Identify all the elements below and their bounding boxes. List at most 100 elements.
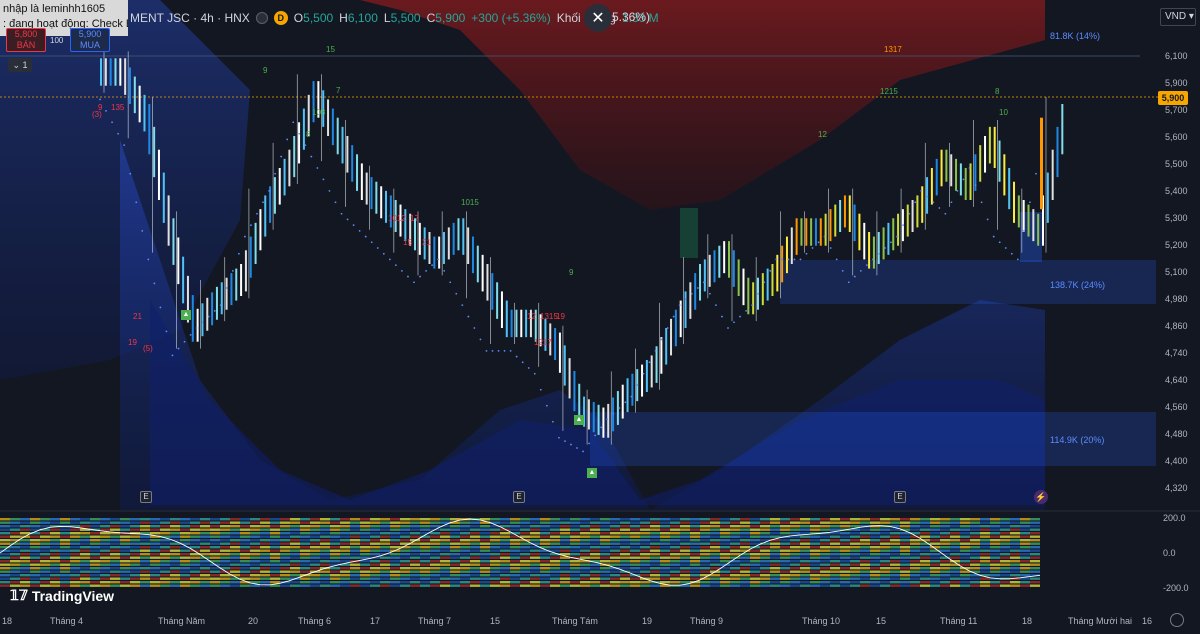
dividend-badge[interactable]: D bbox=[273, 11, 288, 25]
oscillator-cell bbox=[610, 570, 620, 573]
candle bbox=[476, 245, 479, 283]
zone-rect-4 bbox=[680, 208, 698, 258]
trend-dot bbox=[642, 372, 645, 375]
oscillator-cell bbox=[710, 560, 720, 563]
close-icon[interactable]: ✕ bbox=[584, 4, 612, 32]
oscillator-cell bbox=[640, 574, 650, 577]
trend-dot bbox=[817, 241, 820, 244]
tradingview-logo[interactable]: 𝟙𝟟 TradingView bbox=[10, 587, 114, 604]
oscillator-cell bbox=[380, 581, 390, 584]
oscillator-cell bbox=[680, 525, 690, 528]
oscillator-cell bbox=[330, 539, 340, 542]
earnings-marker[interactable]: E bbox=[513, 491, 525, 503]
oscillator-cell bbox=[390, 560, 400, 563]
oscillator-cell bbox=[560, 567, 570, 570]
oscillator-cell bbox=[250, 567, 260, 570]
oscillator-cell bbox=[220, 542, 230, 545]
candle bbox=[882, 227, 885, 260]
oscillator-cell bbox=[880, 560, 890, 563]
oscillator-cell bbox=[530, 581, 540, 584]
oscillator-cell bbox=[210, 521, 220, 524]
oscillator-cell bbox=[280, 528, 290, 531]
oscillator-cell bbox=[990, 528, 1000, 531]
currency-select[interactable]: VND ▾ bbox=[1160, 8, 1196, 26]
visibility-icon[interactable] bbox=[255, 12, 268, 24]
price-chart[interactable] bbox=[0, 0, 1200, 634]
oscillator-cell bbox=[290, 532, 300, 535]
oscillator-cell bbox=[800, 563, 810, 566]
oscillator-cell bbox=[0, 521, 10, 524]
oscillator-cell bbox=[310, 584, 320, 587]
oscillator-cell bbox=[500, 567, 510, 570]
time-tick: Tháng 7 bbox=[418, 616, 452, 626]
oscillator-cell bbox=[70, 577, 80, 580]
oscillator-cell bbox=[840, 584, 850, 587]
trend-dot bbox=[612, 412, 615, 415]
oscillator-cell bbox=[20, 570, 30, 573]
oscillator-cell bbox=[880, 581, 890, 584]
oscillator-cell bbox=[40, 581, 50, 584]
oscillator-cell bbox=[160, 532, 170, 535]
oscillator-cell bbox=[1010, 560, 1020, 563]
oscillator-cell bbox=[780, 581, 790, 584]
oscillator-cell bbox=[250, 521, 260, 524]
oscillator-cell bbox=[540, 584, 550, 587]
earnings-marker[interactable]: E bbox=[140, 491, 152, 503]
buy-button[interactable]: 5,900 MUA bbox=[70, 28, 110, 52]
signal-label: (5) bbox=[143, 344, 153, 353]
oscillator-cell bbox=[320, 535, 330, 538]
oscillator-cell bbox=[230, 570, 240, 573]
oscillator-cell bbox=[100, 581, 110, 584]
oscillator-cell bbox=[870, 521, 880, 524]
oscillator-cell bbox=[950, 539, 960, 542]
trend-dot bbox=[491, 349, 494, 352]
oscillator-cell bbox=[560, 528, 570, 531]
trend-dot bbox=[636, 384, 639, 387]
oscillator-cell bbox=[390, 539, 400, 542]
earnings-marker[interactable]: E bbox=[894, 491, 906, 503]
oscillator-cell bbox=[460, 521, 470, 524]
time-tick: 15 bbox=[490, 616, 501, 626]
oscillator-cell bbox=[780, 539, 790, 542]
oscillator-cell bbox=[540, 528, 550, 531]
oscillator-cell bbox=[70, 570, 80, 573]
oscillator-cell bbox=[600, 556, 610, 559]
flash-event-icon[interactable]: ⚡ bbox=[1034, 490, 1048, 504]
oscillator-cell bbox=[320, 539, 330, 542]
oscillator-cell bbox=[110, 563, 120, 566]
oscillator-cell bbox=[670, 528, 680, 531]
oscillator-cell bbox=[780, 542, 790, 545]
candle bbox=[641, 364, 644, 397]
oscillator-cell bbox=[310, 518, 320, 521]
oscillator-cell bbox=[990, 563, 1000, 566]
oscillator-cell bbox=[370, 518, 380, 521]
trend-dot bbox=[992, 235, 995, 238]
oscillator-cell bbox=[10, 574, 20, 577]
oscillator-cell bbox=[180, 563, 190, 566]
collapse-indicators-button[interactable]: ⌄ 1 bbox=[8, 58, 32, 72]
trend-dot bbox=[902, 224, 905, 227]
candle bbox=[679, 300, 682, 338]
oscillator-cell bbox=[950, 535, 960, 538]
oscillator-cell bbox=[770, 581, 780, 584]
oscillator-cell bbox=[840, 574, 850, 577]
oscillator-cell bbox=[520, 584, 530, 587]
oscillator-cell bbox=[440, 567, 450, 570]
trend-dot bbox=[274, 172, 277, 175]
oscillator-cell bbox=[640, 556, 650, 559]
oscillator-cell bbox=[300, 581, 310, 584]
gear-icon[interactable] bbox=[1170, 613, 1184, 627]
oscillator-cell bbox=[830, 570, 840, 573]
time-tick: 15 bbox=[876, 616, 887, 626]
oscillator-cell bbox=[320, 521, 330, 524]
oscillator-cell bbox=[950, 518, 960, 521]
trend-dot bbox=[479, 338, 482, 341]
oscillator-cell bbox=[550, 584, 560, 587]
oscillator-cell bbox=[1020, 535, 1030, 538]
candle bbox=[273, 177, 276, 214]
sell-button[interactable]: 5,800 BÁN bbox=[6, 28, 46, 52]
symbol-title[interactable]: MENT JSC · 4h · HNX bbox=[130, 11, 250, 25]
oscillator-cell bbox=[430, 574, 440, 577]
oscillator-cell bbox=[300, 567, 310, 570]
oscillator-cell bbox=[110, 535, 120, 538]
